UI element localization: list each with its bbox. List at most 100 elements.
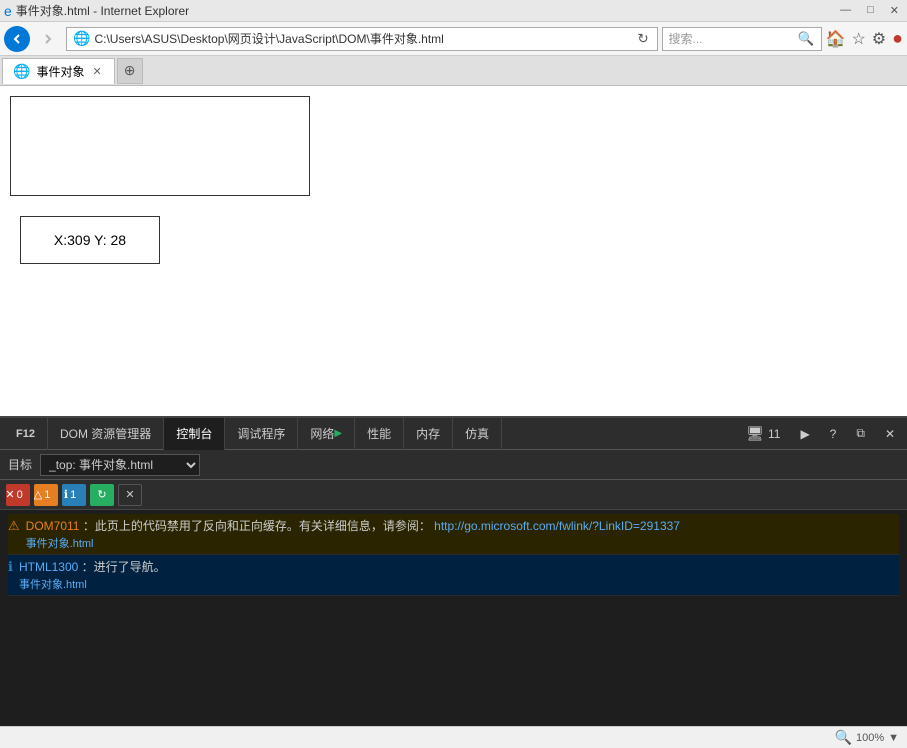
devtools-tab-dom-label: DOM 资源管理器 — [60, 425, 151, 442]
devtools-tab-debugger-label: 调试程序 — [237, 425, 285, 442]
info-filter-button[interactable]: ℹ 1 — [62, 484, 86, 506]
monitor-icon: 🖥 — [746, 425, 764, 442]
forward-button[interactable] — [34, 25, 62, 53]
devtools-tab-console[interactable]: 控制台 — [164, 418, 225, 450]
devtools-target-bar: 目标 _top: 事件对象.html — [0, 450, 907, 480]
tab-label: 事件对象 — [36, 63, 84, 80]
devtools-tab-network-label: 网络 — [310, 425, 334, 442]
search-placeholder: 搜索... — [669, 30, 794, 47]
title-bar-text: 事件对象.html - Internet Explorer — [16, 2, 189, 19]
help-icon: ? — [830, 427, 837, 441]
title-bar-controls: — □ ✕ — [836, 4, 903, 17]
warning-count: 1 — [44, 489, 58, 501]
network-play-icon: ▶ — [334, 428, 342, 439]
devtools-close-button[interactable]: ✕ — [877, 420, 903, 448]
devtools-tab-f12-label: F12 — [16, 428, 35, 440]
browser-logo: e — [4, 3, 12, 19]
status-bar: 🔍 100% ▼ — [0, 726, 907, 748]
devtools-right-buttons: 🖥 11 ▶ ? ⧉ ✕ — [738, 420, 903, 448]
devtools-tab-performance[interactable]: 性能 — [355, 418, 404, 450]
devtools-tab-emulation-label: 仿真 — [465, 425, 489, 442]
log-entry-warning: ⚠ DOM7011 ：此页上的代码禁用了反向和正向缓存。有关详细信息，请参阅： … — [8, 514, 899, 555]
back-icon — [11, 33, 23, 45]
log-warning-code: DOM7011 — [26, 519, 80, 533]
zoom-dropdown-icon[interactable]: ▼ — [888, 732, 899, 744]
error-count: 0 — [17, 489, 31, 501]
devtools-monitor-button[interactable]: 🖥 11 — [738, 420, 788, 448]
user-button[interactable]: ● — [892, 28, 903, 49]
error-filter-button[interactable]: ✕ 0 — [6, 484, 30, 506]
dock-icon: ⧉ — [856, 426, 865, 441]
devtools-tab-performance-label: 性能 — [367, 425, 391, 442]
minimize-button[interactable]: — — [836, 4, 855, 17]
devtools-tab-network[interactable]: 网络 ▶ — [298, 418, 355, 450]
page-icon: 🌐 — [73, 30, 90, 47]
log-warning-text: ：此页上的代码禁用了反向和正向缓存。有关详细信息，请参阅： — [83, 519, 431, 533]
title-bar: e 事件对象.html - Internet Explorer — □ ✕ — [0, 0, 907, 22]
back-button[interactable] — [4, 26, 30, 52]
search-bar[interactable]: 搜索... 🔍 — [662, 27, 822, 51]
devtools-log-content: ⚠ DOM7011 ：此页上的代码禁用了反向和正向缓存。有关详细信息，请参阅： … — [0, 510, 907, 726]
maximize-button[interactable]: □ — [863, 4, 878, 17]
coordinates-display: X:309 Y: 28 — [20, 216, 160, 264]
title-bar-left: e 事件对象.html - Internet Explorer — [4, 2, 189, 19]
log-info-code: HTML1300 — [19, 560, 78, 574]
info-count: 1 — [70, 489, 84, 501]
coords-text: X:309 Y: 28 — [54, 232, 126, 248]
devtools-monitor-count: 11 — [768, 427, 780, 441]
refresh-button[interactable]: ↻ — [635, 29, 650, 49]
devtools-tab-emulation[interactable]: 仿真 — [453, 418, 502, 450]
settings-button[interactable]: ⚙ — [872, 29, 886, 49]
devtools-tab-f12[interactable]: F12 — [4, 418, 48, 450]
address-bar[interactable]: 🌐 C:\Users\ASUS\Desktop\网页设计\JavaScript\… — [66, 27, 658, 51]
page-content: X:309 Y: 28 — [0, 86, 907, 416]
refresh-log-icon: ↻ — [97, 488, 106, 501]
close-window-button[interactable]: ✕ — [886, 4, 903, 17]
mouse-track-area[interactable] — [10, 96, 310, 196]
devtools-action-bar: ✕ 0 △ 1 ℹ 1 ↻ ✕ — [0, 480, 907, 510]
nav-bar: 🌐 C:\Users\ASUS\Desktop\网页设计\JavaScript\… — [0, 22, 907, 56]
zoom-icon: 🔍 — [835, 729, 852, 746]
devtools-toolbar: F12 DOM 资源管理器 控制台 调试程序 网络 ▶ 性能 内存 仿真 🖥 1… — [0, 418, 907, 450]
favorites-button[interactable]: ☆ — [851, 29, 865, 49]
info-icon: ℹ — [64, 488, 68, 501]
log-entry-info: ℹ HTML1300 ：进行了导航。 事件对象.html — [8, 555, 899, 596]
forward-icon — [42, 33, 54, 45]
log-warning-link[interactable]: http://go.microsoft.com/fwlink/?LinkID=2… — [434, 519, 680, 533]
browser-content: X:309 Y: 28 — [0, 86, 907, 416]
devtools-tab-memory[interactable]: 内存 — [404, 418, 453, 450]
tab-bar: 🌐 事件对象 ✕ ⊕ — [0, 56, 907, 86]
zoom-level[interactable]: 100% — [856, 732, 884, 744]
log-warning-source-link[interactable]: 事件对象.html — [26, 538, 94, 550]
log-info-source-link[interactable]: 事件对象.html — [19, 579, 87, 591]
nav-right-buttons: 🏠 ☆ ⚙ ● — [826, 28, 903, 49]
devtools-help-button[interactable]: ? — [822, 420, 845, 448]
log-entry-warning-content: DOM7011 ：此页上的代码禁用了反向和正向缓存。有关详细信息，请参阅： ht… — [26, 517, 680, 551]
clear-log-button[interactable]: ✕ — [118, 484, 142, 506]
devtools-run-button[interactable]: ▶ — [792, 420, 817, 448]
tab-events[interactable]: 🌐 事件对象 ✕ — [2, 58, 115, 84]
refresh-log-button[interactable]: ↻ — [90, 484, 114, 506]
target-label: 目标 — [8, 456, 32, 473]
target-select[interactable]: _top: 事件对象.html — [40, 454, 200, 476]
home-button[interactable]: 🏠 — [826, 29, 846, 49]
info-log-icon: ℹ — [8, 559, 13, 575]
log-info-text: ：进行了导航。 — [82, 560, 166, 574]
status-right: 🔍 100% ▼ — [835, 729, 899, 746]
search-button[interactable]: 🔍 — [798, 31, 815, 47]
devtools-tab-debugger[interactable]: 调试程序 — [225, 418, 298, 450]
log-entry-info-content: HTML1300 ：进行了导航。 事件对象.html — [19, 558, 166, 592]
devtools-panel: F12 DOM 资源管理器 控制台 调试程序 网络 ▶ 性能 内存 仿真 🖥 1… — [0, 416, 907, 726]
tab-icon: 🌐 — [13, 63, 30, 80]
warning-filter-button[interactable]: △ 1 — [34, 484, 58, 506]
devtools-tab-dom[interactable]: DOM 资源管理器 — [48, 418, 164, 450]
warning-icon: △ — [34, 488, 42, 501]
log-warning-source: 事件对象.html — [26, 538, 94, 550]
devtools-dock-button[interactable]: ⧉ — [848, 420, 873, 448]
warning-log-icon: ⚠ — [8, 518, 20, 534]
address-text: C:\Users\ASUS\Desktop\网页设计\JavaScript\DO… — [94, 30, 631, 47]
devtools-tab-console-label: 控制台 — [176, 425, 212, 442]
error-icon: ✕ — [5, 488, 14, 501]
tab-close-button[interactable]: ✕ — [90, 64, 103, 79]
new-tab-button[interactable]: ⊕ — [117, 58, 143, 84]
